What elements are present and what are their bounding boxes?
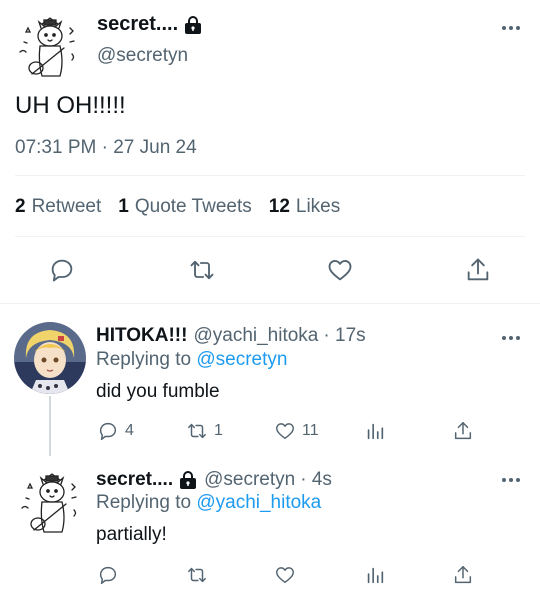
cat-guitar-avatar-icon bbox=[12, 14, 84, 82]
avatar[interactable] bbox=[12, 14, 84, 82]
share-action[interactable] bbox=[452, 564, 474, 586]
replying-to-link[interactable]: @yachi_hitoka bbox=[196, 492, 321, 513]
analytics-action[interactable] bbox=[364, 564, 386, 586]
retweet-action[interactable] bbox=[186, 564, 208, 586]
like-icon bbox=[276, 567, 294, 584]
avatar[interactable] bbox=[14, 322, 86, 394]
anime-character-avatar-icon bbox=[14, 322, 86, 394]
reply-icon[interactable] bbox=[48, 256, 76, 284]
analytics-action[interactable] bbox=[364, 420, 386, 442]
reply-header: HITOKA!!! @yachi_hitoka · 17s bbox=[96, 325, 366, 347]
reply-header: secret.... @secretyn · 4s bbox=[96, 469, 332, 491]
like-icon bbox=[276, 423, 294, 440]
quote-tweets-stat[interactable]: 1 Quote Tweets bbox=[118, 196, 251, 218]
reply-tweet[interactable]: HITOKA!!! @yachi_hitoka · 17s Replying t… bbox=[0, 304, 540, 456]
display-name[interactable]: secret.... bbox=[97, 13, 178, 36]
like-count: 11 bbox=[302, 422, 319, 439]
display-name[interactable]: HITOKA!!! bbox=[96, 325, 187, 347]
author-handle[interactable]: @yachi_hitoka bbox=[193, 325, 318, 347]
like-icon[interactable] bbox=[326, 256, 354, 284]
replying-to: Replying to @secretyn bbox=[96, 349, 288, 370]
retweet-stat[interactable]: 2 Retweet bbox=[15, 196, 101, 218]
share-icon bbox=[454, 422, 472, 440]
reply-icon bbox=[99, 566, 117, 584]
more-options-icon[interactable] bbox=[502, 476, 524, 484]
lock-icon bbox=[180, 471, 197, 489]
replying-to: Replying to @yachi_hitoka bbox=[96, 492, 322, 513]
author-name-row: secret.... bbox=[97, 13, 202, 36]
reply-count: 4 bbox=[125, 422, 134, 439]
share-icon bbox=[454, 566, 472, 584]
analytics-icon bbox=[367, 423, 384, 440]
retweet-icon bbox=[188, 567, 206, 583]
tweet-timestamp[interactable]: 07:31 PM · 27 Jun 24 bbox=[15, 137, 197, 159]
likes-stat[interactable]: 12 Likes bbox=[269, 196, 341, 218]
main-tweet: secret.... @secretyn UH OH!!!!! 07:31 PM… bbox=[0, 0, 540, 304]
author-handle[interactable]: @secretyn bbox=[97, 45, 188, 67]
replying-to-link[interactable]: @secretyn bbox=[196, 349, 287, 370]
share-icon[interactable] bbox=[464, 256, 492, 284]
divider bbox=[15, 175, 525, 176]
lock-icon bbox=[185, 15, 202, 34]
like-action[interactable]: 11 bbox=[274, 420, 319, 442]
retweet-action[interactable]: 1 bbox=[186, 420, 223, 442]
reply-action[interactable]: 4 bbox=[97, 420, 134, 442]
divider bbox=[15, 236, 525, 237]
display-name[interactable]: secret.... bbox=[96, 469, 173, 491]
reply-time[interactable]: · 17s bbox=[323, 325, 365, 347]
like-action[interactable] bbox=[274, 564, 296, 586]
reply-icon bbox=[99, 422, 117, 440]
reply-text: partially! bbox=[96, 524, 167, 545]
avatar[interactable] bbox=[14, 470, 86, 538]
share-action[interactable] bbox=[452, 420, 474, 442]
reply-tweet[interactable]: secret.... @secretyn · 4s Replying to @y… bbox=[0, 456, 540, 603]
tweet-text: UH OH!!!!! bbox=[15, 92, 126, 119]
more-options-icon[interactable] bbox=[502, 334, 524, 342]
more-options-icon[interactable] bbox=[502, 24, 524, 32]
cat-guitar-avatar-icon bbox=[14, 470, 86, 538]
thread-line bbox=[49, 396, 51, 456]
retweet-icon bbox=[188, 423, 206, 439]
analytics-icon bbox=[367, 567, 384, 584]
retweet-icon[interactable] bbox=[188, 256, 216, 284]
reply-time[interactable]: · 4s bbox=[300, 469, 332, 491]
reply-action[interactable] bbox=[97, 564, 119, 586]
retweet-count: 1 bbox=[214, 422, 223, 439]
tweet-stats: 2 Retweet 1 Quote Tweets 12 Likes bbox=[15, 196, 357, 218]
author-handle[interactable]: @secretyn bbox=[204, 469, 295, 491]
reply-text: did you fumble bbox=[96, 381, 220, 402]
